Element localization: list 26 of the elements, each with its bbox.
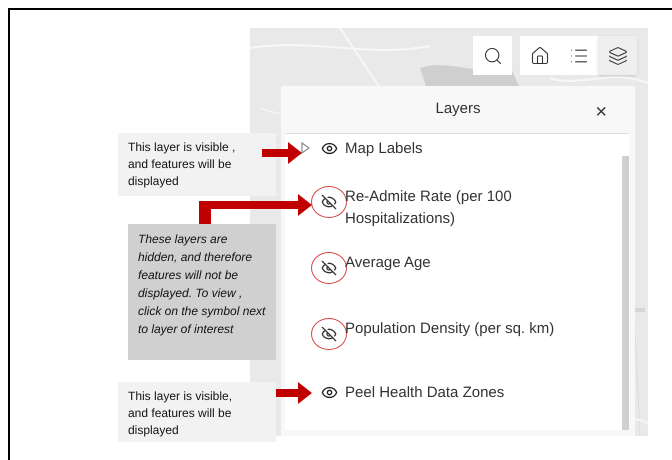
visibility-toggle[interactable] — [311, 252, 347, 284]
search-icon — [482, 46, 502, 66]
house-icon — [530, 46, 550, 66]
callout-note: This layer is visible , and features will be displayed — [118, 133, 276, 196]
home-button[interactable] — [520, 36, 559, 75]
layers-button[interactable] — [598, 36, 637, 75]
expand-triangle-icon[interactable] — [301, 142, 310, 154]
eye-slash-icon — [321, 194, 337, 210]
callout-note: These layers are hidden, and therefore features will not be displayed. To view , click on the symbol next to layer of interest — [128, 224, 276, 360]
callout-arrow — [262, 142, 302, 164]
close-button[interactable]: × — [595, 102, 607, 122]
layer-name[interactable]: Re-Admite Rate (per 100 Hospitalizations) — [345, 186, 555, 230]
panel-title: Layers — [435, 99, 481, 120]
layer-name[interactable]: Population Density (per sq. km) — [345, 318, 554, 340]
eye-slash-icon — [321, 326, 337, 342]
layers-icon — [608, 46, 628, 66]
callout-arrow — [276, 382, 312, 404]
search-button[interactable] — [473, 36, 512, 75]
layer-name[interactable]: Peel Health Data Zones — [345, 382, 504, 404]
layer-name[interactable]: Average Age — [345, 252, 431, 274]
visibility-toggle[interactable] — [311, 318, 347, 350]
visibility-toggle[interactable] — [311, 186, 347, 218]
callout-note: This layer is visible, and features will be displayed — [118, 382, 276, 442]
eye-slash-icon — [321, 260, 337, 276]
legend-button[interactable] — [559, 36, 598, 75]
layer-name[interactable]: Map Labels — [345, 138, 423, 160]
